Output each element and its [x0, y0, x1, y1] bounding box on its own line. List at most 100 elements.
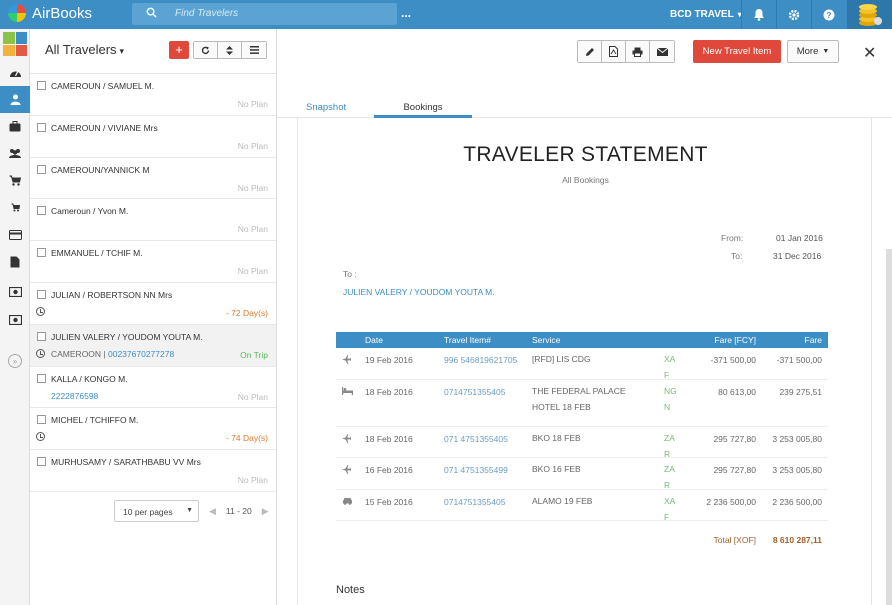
- nav-rail: »: [0, 29, 30, 605]
- table-row[interactable]: 18 Feb 2016 0714751355405 THE FEDERAL PALA…: [336, 380, 828, 427]
- more-dropdown[interactable]: More ▼: [787, 40, 839, 63]
- traveler-filter-dropdown[interactable]: All Travelers ▾: [45, 42, 124, 57]
- brand[interactable]: AirBooks: [8, 4, 92, 22]
- booking-currency: NGN: [664, 385, 677, 412]
- more-label: More: [796, 46, 819, 57]
- traveler-checkbox[interactable]: [37, 122, 46, 132]
- list-tools: [193, 41, 267, 59]
- detail-scrollbar[interactable]: [886, 249, 892, 605]
- printer-icon: [632, 47, 643, 57]
- traveler-phone[interactable]: 00237670277278: [108, 349, 174, 359]
- col-fare: Fare: [804, 335, 822, 345]
- traveler-row[interactable]: CAMEROUN / VIVIANE Mrs No Plan: [30, 116, 276, 158]
- tab-snapshot[interactable]: Snapshot: [306, 102, 346, 113]
- notifications-button[interactable]: [741, 0, 776, 29]
- table-row[interactable]: 15 Feb 2016 0714751355405 ALAMO 19 FEB XAF 2…: [336, 490, 828, 522]
- booking-date: 16 Feb 2016: [365, 465, 413, 475]
- sort-button[interactable]: [218, 42, 242, 58]
- expand-rail-button[interactable]: »: [8, 354, 22, 368]
- svg-text:?: ?: [827, 11, 832, 20]
- nav-trips[interactable]: [0, 113, 30, 140]
- traveler-contact: 2222876598: [51, 391, 98, 401]
- traveler-status: No Plan: [237, 182, 268, 193]
- booking-fare-fcy: -371 500,00: [710, 355, 756, 365]
- recipient-name[interactable]: JULIEN VALERY / YOUDOM YOUTA M.: [343, 287, 495, 297]
- traveler-row[interactable]: JULIEN VALERY / YOUDOM YOUTA M. CAMEROON …: [30, 324, 276, 367]
- edit-button[interactable]: [578, 41, 602, 62]
- apps-grid-icon[interactable]: [3, 32, 27, 56]
- traveler-checkbox[interactable]: [37, 81, 46, 90]
- nav-orders[interactable]: [0, 167, 30, 194]
- settings-button[interactable]: [776, 0, 811, 29]
- nav-travelers[interactable]: [0, 86, 30, 113]
- refresh-button[interactable]: [194, 42, 218, 58]
- table-row[interactable]: 19 Feb 2016 996 546819621705 [RFD] LIS CDG…: [336, 348, 828, 380]
- traveler-row[interactable]: JULIAN / ROBERTSON NN Mrs - 72 Day(s): [30, 283, 276, 325]
- caret-down-icon: ▼: [186, 507, 193, 514]
- nav-dashboard[interactable]: [0, 59, 30, 86]
- nav-invoices[interactable]: [0, 278, 30, 305]
- caret-down-icon: ▾: [119, 46, 125, 56]
- prev-page-button[interactable]: ◀: [209, 506, 216, 517]
- search-input[interactable]: Find Travelers: [132, 3, 397, 25]
- nav-groups[interactable]: [0, 140, 30, 167]
- traveler-row[interactable]: KALLA / KONGO M. 2222876598 No Plan: [30, 367, 276, 409]
- credit-card-icon: [8, 229, 22, 240]
- traveler-status: No Plan: [237, 391, 268, 402]
- close-button[interactable]: ✕: [863, 43, 876, 63]
- search-options-button[interactable]: ...: [401, 6, 411, 20]
- table-row[interactable]: 18 Feb 2016 071 4751355405 BKO 18 FEB ZAR 29…: [336, 427, 828, 459]
- travel-item-link[interactable]: 071 4751355405: [444, 434, 508, 444]
- next-page-button[interactable]: ▶: [262, 506, 269, 517]
- pdf-button[interactable]: [602, 41, 626, 62]
- travel-item-link[interactable]: 996 546819621705: [444, 355, 517, 365]
- nav-payments[interactable]: [0, 221, 30, 248]
- traveler-row[interactable]: CAMEROUN/YANNICK M No Plan: [30, 158, 276, 200]
- traveler-row[interactable]: CAMEROUN / SAMUEL M. No Plan: [30, 74, 276, 116]
- traveler-checkbox[interactable]: [37, 289, 46, 299]
- col-service: Service: [532, 335, 561, 345]
- add-traveler-button[interactable]: +: [169, 41, 189, 59]
- nav-receipts[interactable]: [0, 306, 30, 333]
- traveler-row[interactable]: MICHEL / TCHIFFO M. - 74 Day(s): [30, 408, 276, 451]
- help-button[interactable]: ?: [811, 0, 846, 29]
- new-travel-item-button[interactable]: New Travel Item: [693, 40, 781, 63]
- booking-currency: XAF: [664, 354, 676, 380]
- traveler-status: - 72 Day(s): [225, 307, 268, 318]
- statement-title: TRAVELER STATEMENT: [463, 143, 708, 166]
- bell-icon: [754, 9, 764, 21]
- travel-item-link[interactable]: 0714751355405: [444, 497, 505, 507]
- table-row[interactable]: 16 Feb 2016 071 4751355499 BKO 16 FEB ZAR 29…: [336, 458, 828, 490]
- envelope-icon: [656, 47, 668, 56]
- travel-item-link[interactable]: 0714751355405: [444, 387, 505, 397]
- traveler-name: EMMANUEL / TCHIF M.: [51, 248, 143, 259]
- travel-item-link[interactable]: 071 4751355499: [444, 465, 508, 475]
- traveler-row[interactable]: Cameroun / Yvon M. No Plan: [30, 199, 276, 242]
- booking-date: 15 Feb 2016: [365, 496, 413, 507]
- menu-icon: [249, 46, 259, 54]
- traveler-row[interactable]: EMMANUEL / TCHIF M. No Plan: [30, 241, 276, 283]
- traveler-phone[interactable]: 2222876598: [51, 391, 98, 401]
- traveler-checkbox[interactable]: [37, 206, 46, 216]
- email-button[interactable]: [650, 41, 674, 62]
- traveler-checkbox[interactable]: [37, 415, 46, 425]
- traveler-checkbox[interactable]: [37, 457, 46, 467]
- user-menu-button[interactable]: [847, 0, 892, 29]
- help-icon: ?: [823, 9, 835, 20]
- agency-dropdown[interactable]: BCD TRAVEL ▾: [660, 0, 752, 29]
- traveler-checkbox[interactable]: [37, 164, 46, 174]
- nav-shop[interactable]: [0, 194, 30, 221]
- traveler-checkbox[interactable]: [37, 373, 46, 383]
- tab-bookings[interactable]: Bookings: [374, 102, 472, 118]
- traveler-checkbox[interactable]: [37, 331, 46, 341]
- print-button[interactable]: [626, 41, 650, 62]
- traveler-status: No Plan: [237, 99, 268, 109]
- booking-fare: 3 253 005,80: [772, 465, 822, 475]
- per-page-select[interactable]: 10 per pages ▼: [114, 500, 199, 522]
- traveler-checkbox[interactable]: [37, 248, 46, 258]
- menu-button[interactable]: [242, 42, 266, 58]
- booking-fare-fcy: 295 727,80: [713, 465, 756, 475]
- booking-fare-fcy: 295 727,80: [713, 433, 756, 444]
- traveler-row[interactable]: MURHUSAMY / SARATHBABU VV Mrs No Plan: [30, 450, 276, 492]
- nav-documents[interactable]: [0, 248, 30, 275]
